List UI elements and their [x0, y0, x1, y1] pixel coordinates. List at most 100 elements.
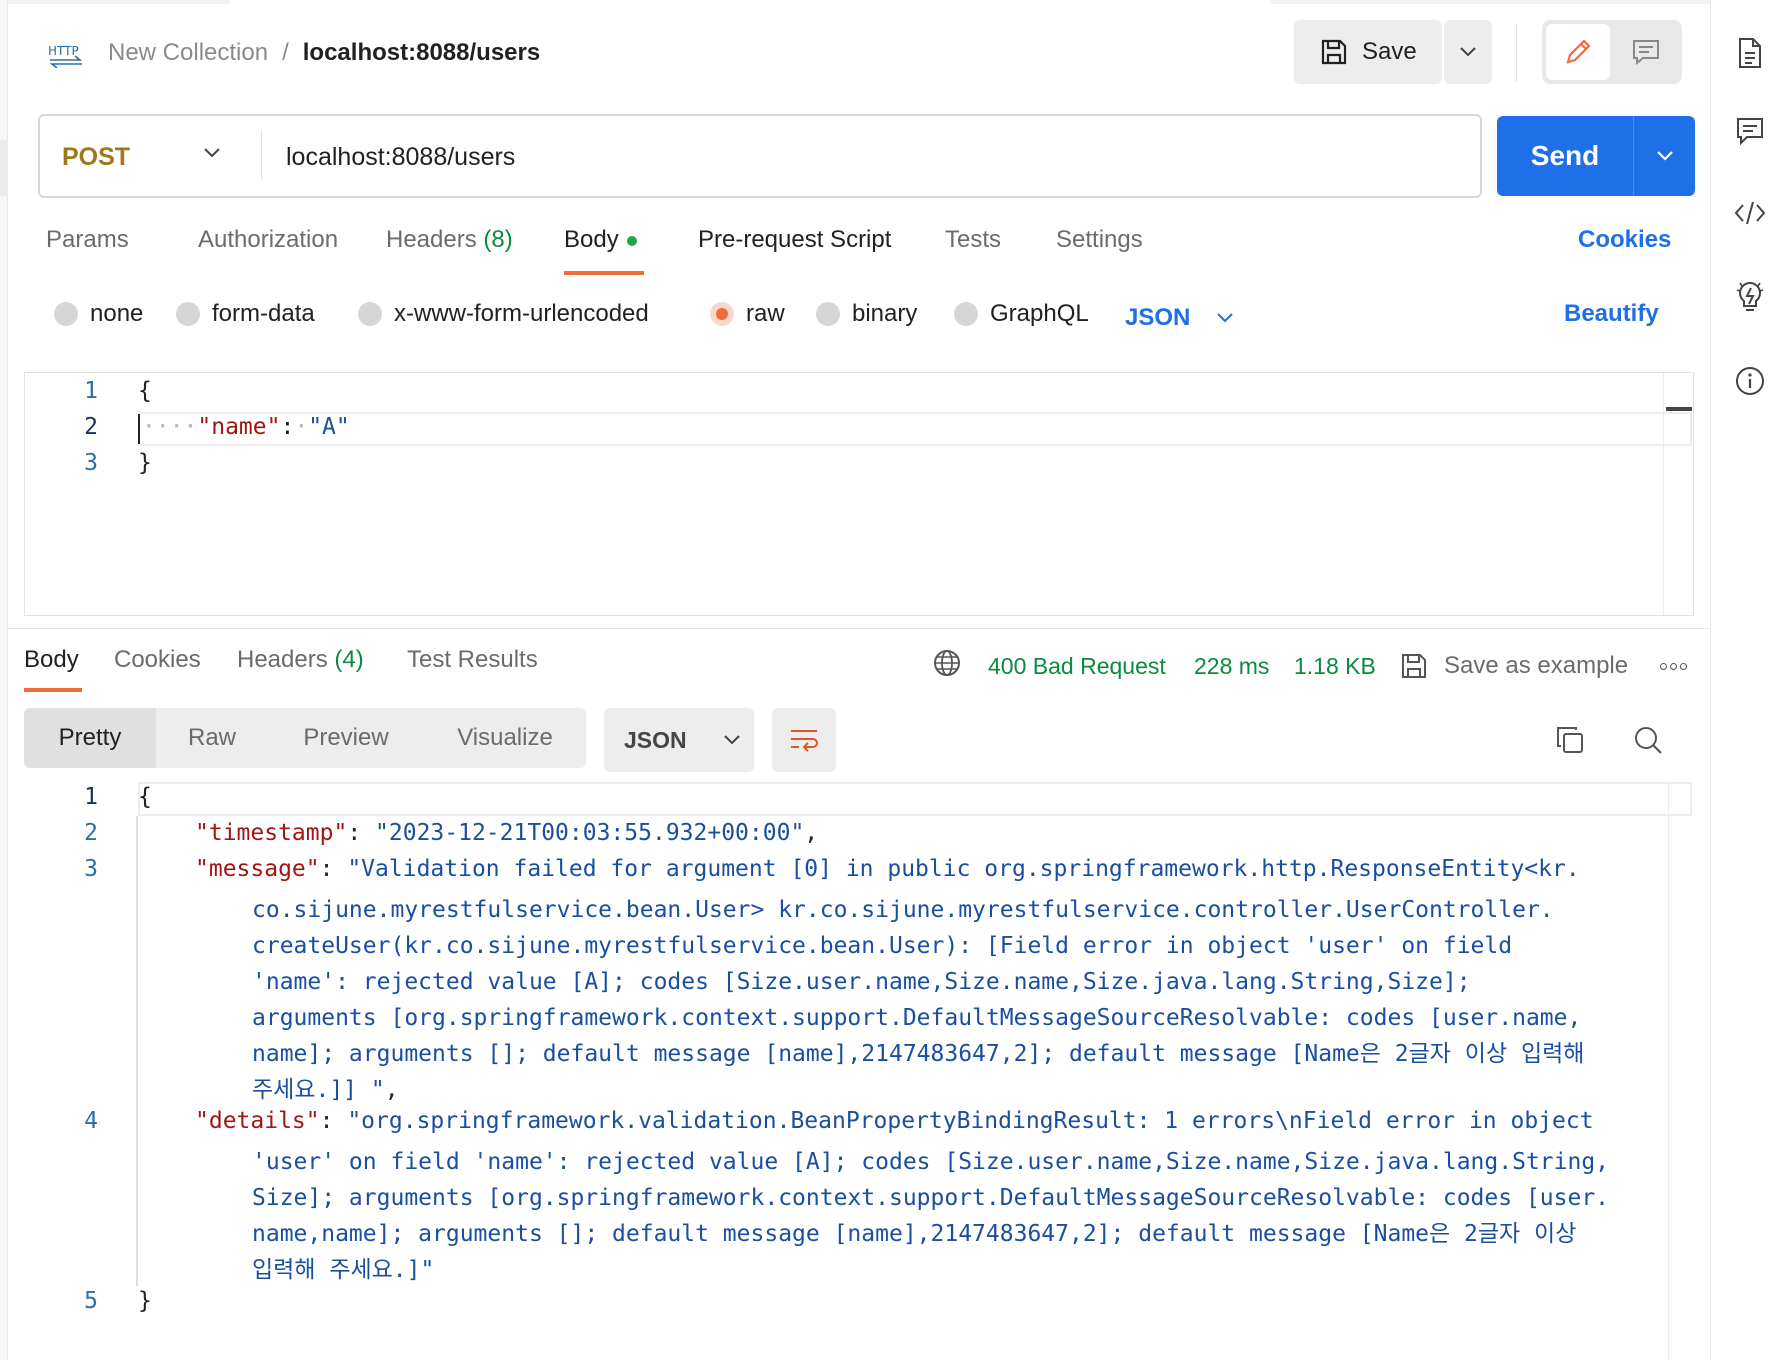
response-scrollbar[interactable]: [1668, 780, 1694, 1360]
radio-urlencoded[interactable]: x-www-form-urlencoded: [358, 300, 649, 328]
save-button[interactable]: Save: [1294, 20, 1442, 84]
related-info-icon[interactable]: [1733, 280, 1767, 314]
chevron-down-icon: [1217, 313, 1234, 323]
comments-icon[interactable]: [1733, 114, 1767, 148]
info-icon[interactable]: [1733, 364, 1767, 398]
request-response-divider[interactable]: [8, 628, 1710, 629]
save-icon: [1402, 654, 1426, 678]
radio-form-data[interactable]: form-data: [176, 300, 315, 328]
request-tab-underline: [564, 271, 644, 275]
radio-binary[interactable]: binary: [816, 300, 917, 328]
radio-circle: [816, 302, 840, 326]
tab-tests[interactable]: Tests: [945, 226, 1001, 254]
line-number: 1: [84, 784, 98, 810]
code-line-details: "details": "org.springframework.validati…: [195, 1108, 1594, 1134]
url-bar: [38, 114, 1482, 198]
globe-icon[interactable]: [932, 648, 962, 683]
code-open-brace: {: [138, 378, 152, 404]
json-colon: :: [280, 414, 295, 440]
search-button[interactable]: [1628, 720, 1668, 760]
code-line-timestamp: "timestamp": "2023-12-21T00:03:55.932+00…: [195, 820, 819, 846]
left-panel-edge: [0, 0, 8, 1360]
tab-params[interactable]: Params: [46, 226, 129, 254]
radio-circle-selected: [710, 302, 734, 326]
view-preview[interactable]: Preview: [278, 708, 414, 768]
method-chevron-icon[interactable]: [203, 146, 221, 164]
request-body-editor[interactable]: [24, 372, 1694, 616]
res-tab-test-results[interactable]: Test Results: [407, 646, 538, 674]
res-tab-cookies[interactable]: Cookies: [114, 646, 201, 674]
json-key: "timestamp": [195, 820, 348, 846]
view-raw[interactable]: Raw: [160, 708, 264, 768]
line-number: 3: [84, 450, 98, 476]
tab-authorization[interactable]: Authorization: [198, 226, 338, 254]
response-size[interactable]: 1.18 KB: [1294, 646, 1376, 686]
save-as-example-button[interactable]: Save as example: [1400, 646, 1628, 686]
left-panel-handle[interactable]: [0, 140, 8, 196]
message-continuation: co.sijune.myrestfulservice.bean.User> kr…: [252, 892, 1584, 1108]
response-format-select[interactable]: JSON: [604, 708, 754, 772]
body-format-label: JSON: [1125, 304, 1191, 331]
send-options-button[interactable]: [1633, 116, 1695, 196]
code-line-name: ····"name":·"A": [142, 414, 350, 440]
radio-binary-label: binary: [852, 300, 918, 327]
cookies-link[interactable]: Cookies: [1578, 226, 1671, 254]
editor-scrollbar[interactable]: [1663, 373, 1693, 615]
res-tab-headers[interactable]: Headers (4): [237, 646, 364, 674]
wrap-lines-icon: [791, 730, 818, 752]
http-request-icon: HTTP: [46, 38, 86, 69]
radio-none[interactable]: none: [54, 300, 143, 328]
code-line-message: "message": "Validation failed for argume…: [195, 856, 1580, 882]
radio-raw[interactable]: raw: [710, 300, 785, 328]
comment-mode-button[interactable]: [1614, 24, 1678, 80]
whitespace-marker: ·: [294, 414, 309, 440]
code-snippet-icon[interactable]: [1733, 196, 1767, 230]
json-value: "2023-12-21T00:03:55.932+00:00": [375, 820, 805, 846]
radio-graphql[interactable]: GraphQL: [954, 300, 1089, 328]
json-key: "details": [195, 1108, 320, 1134]
save-options-button[interactable]: [1444, 20, 1492, 84]
tab-headers[interactable]: Headers (8): [386, 226, 513, 254]
line-number: 4: [84, 1108, 98, 1134]
response-status[interactable]: 400 Bad Request: [988, 646, 1166, 686]
method-select[interactable]: POST: [62, 138, 130, 176]
body-format-select[interactable]: JSON: [1125, 300, 1234, 336]
breadcrumb-collection[interactable]: New Collection: [108, 39, 268, 67]
response-time[interactable]: 228 ms: [1194, 646, 1269, 686]
response-format-label: JSON: [624, 726, 687, 753]
comment-icon: [1633, 40, 1659, 66]
wrapped-line: 'name': rejected value [A]; codes [Size.…: [252, 969, 1471, 995]
url-input[interactable]: localhost:8088/users: [286, 138, 515, 176]
text-cursor: [138, 414, 140, 444]
tab-body[interactable]: Body: [564, 226, 637, 254]
view-pretty[interactable]: Pretty: [24, 708, 156, 768]
code-close-brace: }: [138, 1288, 152, 1314]
save-label: Save: [1362, 38, 1417, 65]
right-sidebar: [1710, 0, 1786, 1360]
header-divider: [1516, 24, 1517, 82]
send-button[interactable]: Send: [1497, 116, 1633, 196]
response-active-line: [138, 782, 1692, 816]
request-name[interactable]: localhost:8088/users: [303, 39, 540, 67]
json-value: "A": [308, 414, 350, 440]
wrapped-line: name]; arguments []; default message [na…: [252, 1041, 1585, 1067]
more-options-icon[interactable]: [1660, 646, 1687, 686]
tab-pre-request-script[interactable]: Pre-request Script: [698, 226, 891, 254]
edit-mode-button[interactable]: [1546, 24, 1610, 80]
tab-settings[interactable]: Settings: [1056, 226, 1143, 254]
copy-button[interactable]: [1550, 720, 1590, 760]
response-tab-underline: [24, 688, 82, 692]
line-number: 3: [84, 856, 98, 882]
json-key: "name": [197, 414, 281, 440]
beautify-button[interactable]: Beautify: [1564, 300, 1659, 328]
view-visualize[interactable]: Visualize: [430, 708, 580, 768]
documentation-icon[interactable]: [1733, 36, 1767, 70]
res-tab-body[interactable]: Body: [24, 646, 79, 674]
whitespace-marker: ····: [142, 414, 198, 440]
radio-circle: [54, 302, 78, 326]
tab-strip: [0, 0, 1710, 4]
wrap-lines-button[interactable]: [772, 708, 836, 772]
indent-guide: [136, 816, 138, 1286]
radio-none-label: none: [90, 300, 144, 327]
active-tab-indicator: [230, 0, 1270, 4]
